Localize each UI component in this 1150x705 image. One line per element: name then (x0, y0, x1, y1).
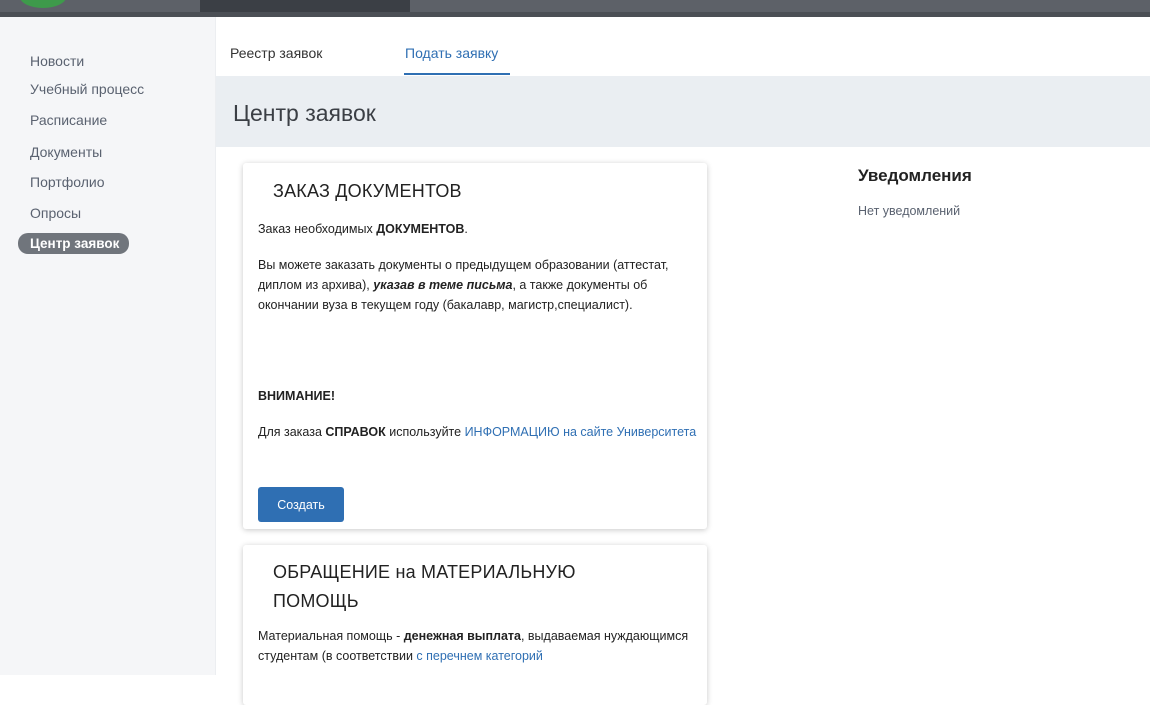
create-button[interactable]: Создать (258, 487, 344, 522)
categories-list-link[interactable]: с перечнем категорий (416, 649, 542, 663)
page-title: Центр заявок (233, 100, 376, 126)
sidebar-item-request-center[interactable]: Центр заявок (18, 233, 130, 254)
card-title-line-2: ПОМОЩЬ (273, 591, 359, 611)
page-header: Центр заявок (216, 76, 1150, 147)
sidebar-item-schedule[interactable]: Расписание (30, 112, 107, 128)
notifications-title: Уведомления (858, 166, 972, 185)
material-aid-card: ОБРАЩЕНИЕ на МАТЕРИАЛЬНУЮ ПОМОЩЬ Материа… (243, 545, 707, 705)
tabs-bar: Реестр заявок Подать заявку (216, 17, 1150, 76)
sidebar-item-surveys[interactable]: Опросы (30, 205, 81, 221)
warning-label: ВНИМАНИЕ! (258, 389, 335, 403)
sidebar-item-documents[interactable]: Документы (30, 144, 102, 160)
card-description: Вы можете заказать документы о предыдуще… (258, 258, 669, 312)
document-order-card: ЗАКАЗ ДОКУМЕНТОВ Заказ необходимых ДОКУМ… (243, 163, 707, 529)
sidebar-item-news[interactable]: Новости (30, 53, 84, 69)
logo[interactable] (20, 0, 66, 8)
active-tab-indicator (404, 73, 510, 75)
tab-request-registry[interactable]: Реестр заявок (230, 45, 322, 61)
tab-submit-request[interactable]: Подать заявку (405, 45, 498, 61)
university-info-link[interactable]: ИНФОРМАЦИЮ на сайте Университета (465, 425, 697, 439)
card-description: Материальная помощь - денежная выплата, … (258, 629, 689, 663)
card-note: Для заказа СПРАВОК используйте ИНФОРМАЦИ… (258, 425, 697, 439)
card-title: ЗАКАЗ ДОКУМЕНТОВ (273, 181, 462, 201)
card-title-line-1: ОБРАЩЕНИЕ на МАТЕРИАЛЬНУЮ (273, 562, 576, 582)
card-intro: Заказ необходимых ДОКУМЕНТОВ. (258, 222, 468, 236)
sidebar-item-study-process[interactable]: Учебный процесс (30, 81, 144, 97)
sidebar-item-portfolio[interactable]: Портфолио (30, 174, 105, 190)
main-content: ЗАКАЗ ДОКУМЕНТОВ Заказ необходимых ДОКУМ… (216, 147, 1150, 705)
notifications-empty-text: Нет уведомлений (858, 204, 961, 218)
top-bar (0, 0, 1150, 17)
sidebar: Новости Учебный процесс Расписание Докум… (0, 17, 216, 675)
